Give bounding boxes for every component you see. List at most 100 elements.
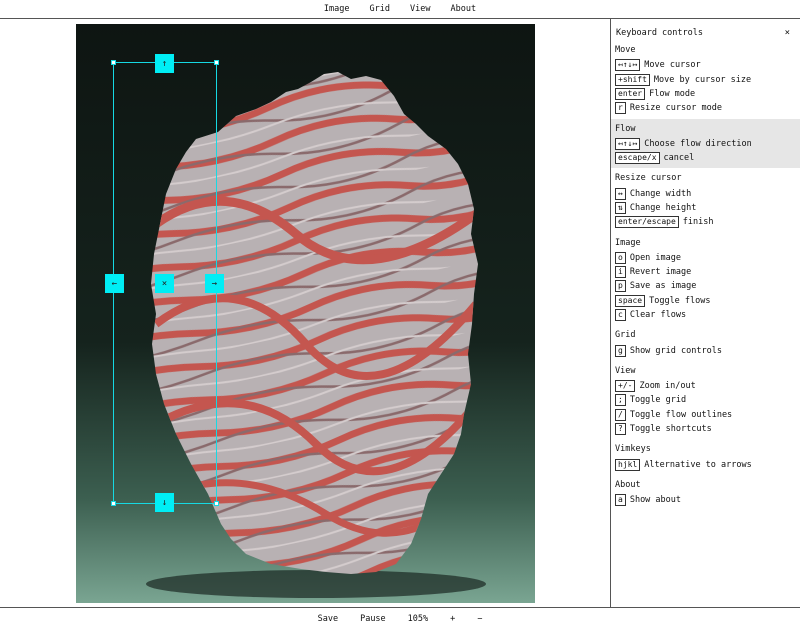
section-vimkeys: Vimkeys hjkl Alternative to arrows bbox=[611, 439, 800, 474]
shortcut-label: Clear flows bbox=[629, 310, 687, 321]
shortcut-row: enter/escape finish bbox=[615, 215, 800, 229]
panel-header: Keyboard controls × bbox=[611, 20, 800, 40]
shortcut-row: a Show about bbox=[615, 493, 800, 507]
shortcut-label: Toggle flows bbox=[649, 295, 711, 306]
section-title: About bbox=[615, 479, 641, 490]
section-about: About a Show about bbox=[611, 475, 800, 510]
shortcut-label: Choose flow direction bbox=[644, 138, 752, 149]
shortcut-sections: Move ↤↑↓↦ Move cursor +shift Move by cursor … bbox=[611, 40, 800, 510]
shortcut-key: ↤↑↓↦ bbox=[615, 59, 641, 72]
shortcut-label: finish bbox=[682, 217, 714, 228]
arrow-right-handle[interactable]: → bbox=[205, 274, 224, 293]
shortcut-row: i Revert image bbox=[615, 265, 800, 279]
section-move: Move ↤↑↓↦ Move cursor +shift Move by cursor … bbox=[611, 40, 800, 119]
arrow-down-handle[interactable]: ↓ bbox=[155, 493, 174, 512]
shortcut-row: hjkl Alternative to arrows bbox=[615, 457, 800, 471]
shortcut-row: o Open image bbox=[615, 251, 800, 265]
shortcut-key: ↔ bbox=[615, 187, 626, 200]
section-title: Resize cursor bbox=[615, 173, 682, 184]
shortcut-label: Show grid controls bbox=[629, 345, 722, 356]
cursor-corner-tr[interactable] bbox=[214, 60, 219, 65]
shortcut-label: Move by cursor size bbox=[653, 74, 752, 85]
shortcut-key: +/- bbox=[615, 380, 636, 393]
section-title: Image bbox=[615, 237, 641, 248]
shortcut-label: Revert image bbox=[629, 267, 692, 278]
shortcut-key: +shift bbox=[615, 73, 650, 86]
shortcut-key: ⇅ bbox=[615, 201, 626, 214]
shortcut-label: Zoom in/out bbox=[639, 381, 696, 392]
shortcut-key: enter bbox=[615, 87, 646, 100]
menu-bar: Image Grid View About bbox=[0, 0, 800, 19]
cursor-corner-br[interactable] bbox=[214, 501, 219, 506]
shortcut-label: Show about bbox=[629, 495, 682, 505]
zoom-level: 105% bbox=[407, 614, 429, 624]
shortcut-key: a bbox=[615, 494, 626, 506]
close-icon[interactable]: × bbox=[785, 28, 790, 38]
shortcut-key: g bbox=[615, 344, 626, 357]
save-button[interactable]: Save bbox=[318, 614, 338, 624]
close-cursor-handle[interactable]: × bbox=[155, 274, 174, 293]
shortcut-row: +shift Move by cursor size bbox=[615, 72, 800, 86]
shortcut-key: ; bbox=[615, 394, 626, 407]
arrow-left-handle[interactable]: ← bbox=[105, 274, 124, 293]
shortcut-label: Change height bbox=[629, 202, 697, 213]
shortcut-label: Toggle shortcuts bbox=[629, 424, 712, 435]
shortcut-label: Open image bbox=[629, 252, 682, 263]
panel-title: Keyboard controls bbox=[616, 28, 703, 38]
shortcut-key: i bbox=[615, 266, 626, 279]
shortcut-row: r Resize cursor mode bbox=[615, 101, 800, 115]
shortcut-key: enter/escape bbox=[615, 216, 679, 229]
zoom-out-button[interactable]: − bbox=[477, 614, 482, 624]
shortcut-key: space bbox=[615, 294, 646, 307]
shortcut-row: ↔ Change width bbox=[615, 186, 800, 200]
shortcut-key: ? bbox=[615, 423, 626, 436]
shortcut-row: p Save as image bbox=[615, 279, 800, 293]
section-flow: Flow ↤↑↓↦ Choose flow direction escape/x can… bbox=[611, 118, 800, 169]
shortcut-label: Save as image bbox=[629, 281, 697, 292]
bottom-bar: Save Pause 105% + − bbox=[0, 607, 800, 630]
shortcut-row: +/- Zoom in/out bbox=[615, 379, 800, 393]
menu-view[interactable]: View bbox=[410, 4, 430, 14]
shortcut-key: r bbox=[615, 102, 626, 115]
shortcut-row: g Show grid controls bbox=[615, 343, 800, 357]
shortcut-row: ? Toggle shortcuts bbox=[615, 422, 800, 436]
shortcut-row: escape/x cancel bbox=[615, 151, 800, 165]
section-image: Image o Open image i Revert image p Save as im… bbox=[611, 233, 800, 326]
cursor-corner-bl[interactable] bbox=[111, 501, 116, 506]
shortcut-row: ↤↑↓↦ Move cursor bbox=[615, 58, 800, 72]
shortcut-key: c bbox=[615, 309, 626, 322]
menu-image[interactable]: Image bbox=[324, 4, 350, 14]
section-title: Flow bbox=[615, 123, 636, 134]
shortcut-row: ; Toggle grid bbox=[615, 393, 800, 407]
section-resize-cursor: Resize cursor ↔ Change width ⇅ Change height… bbox=[611, 168, 800, 232]
shortcut-label: Resize cursor mode bbox=[629, 103, 722, 114]
section-title: Grid bbox=[615, 330, 636, 341]
zoom-in-button[interactable]: + bbox=[450, 614, 455, 624]
shortcut-label: Move cursor bbox=[644, 60, 701, 71]
cursor-corner-tl[interactable] bbox=[111, 60, 116, 65]
shortcut-label: Change width bbox=[629, 188, 692, 199]
shortcut-row: / Toggle flow outlines bbox=[615, 408, 800, 422]
shortcut-key: / bbox=[615, 408, 626, 421]
shortcut-label: Toggle flow outlines bbox=[629, 409, 733, 420]
keyboard-controls-panel: Keyboard controls × Move ↤↑↓↦ Move cursor +… bbox=[611, 20, 800, 607]
arrow-up-handle[interactable]: ↑ bbox=[155, 54, 174, 73]
menu-about[interactable]: About bbox=[450, 4, 476, 14]
shortcut-row: ⇅ Change height bbox=[615, 201, 800, 215]
shortcut-row: space Toggle flows bbox=[615, 294, 800, 308]
section-grid: Grid g Show grid controls bbox=[611, 325, 800, 360]
shortcut-label: Toggle grid bbox=[629, 395, 687, 406]
shortcut-key: p bbox=[615, 280, 626, 293]
section-title: View bbox=[615, 365, 636, 376]
section-title: Vimkeys bbox=[615, 444, 651, 455]
shortcut-row: ↤↑↓↦ Choose flow direction bbox=[615, 137, 800, 151]
menu-grid[interactable]: Grid bbox=[370, 4, 390, 14]
shortcut-row: c Clear flows bbox=[615, 308, 800, 322]
section-title: Move bbox=[615, 45, 636, 55]
pause-button[interactable]: Pause bbox=[360, 614, 386, 624]
shortcut-label: Flow mode bbox=[649, 88, 696, 99]
shortcut-key: ↤↑↓↦ bbox=[615, 137, 641, 150]
shortcut-row: enter Flow mode bbox=[615, 87, 800, 101]
section-view: View +/- Zoom in/out; Toggle grid / Toggle fl… bbox=[611, 361, 800, 440]
shortcut-key: escape/x bbox=[615, 152, 660, 165]
